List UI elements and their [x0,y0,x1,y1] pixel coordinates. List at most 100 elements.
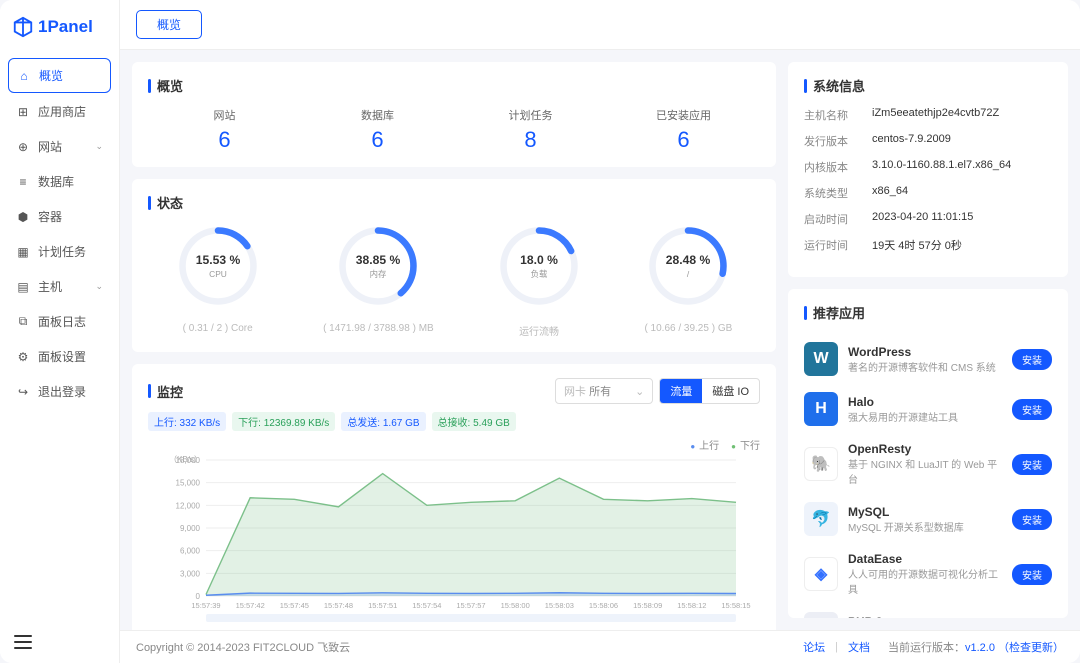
svg-text:12,000: 12,000 [176,501,201,510]
nav-icon: ⚙ [16,350,30,364]
gauge-/[interactable]: 28.48 % / ( 10.66 / 39.25 ) GB [644,224,732,338]
sidebar-item-8[interactable]: ⚙面板设置 [8,340,111,373]
nav-icon: ⬢ [16,210,30,224]
stat-3[interactable]: 已安装应用6 [607,107,760,153]
svg-text:15:57:54: 15:57:54 [412,601,441,610]
main: 概览 概览 网站6数据库6计划任务8已安装应用6 状态 15.53 % CPU … [120,0,1080,663]
sidebar-item-1[interactable]: ⊞应用商店 [8,95,111,128]
sidebar-item-5[interactable]: ▦ 计划任务 [8,235,111,268]
app-icon: php [804,612,838,618]
stat-2[interactable]: 计划任务8 [454,107,607,153]
collapse-sidebar-button[interactable] [14,635,32,649]
stat-1[interactable]: 数据库6 [301,107,454,153]
svg-text:9,000: 9,000 [180,524,201,533]
nav-label: 网站 [38,138,62,155]
nav-label: 概览 [39,67,63,84]
nav-icon: ⧉ [16,315,30,329]
svg-text:/: / [687,269,690,279]
topbar: 概览 [120,0,1080,50]
app-icon: 🐘 [804,447,838,481]
nav-icon: ⊕ [16,140,30,154]
copyright: Copyright © 2014-2023 FIT2CLOUD 飞致云 [136,639,350,655]
overview-card: 概览 网站6数据库6计划任务8已安装应用6 [132,62,776,167]
svg-text:15.53 %: 15.53 % [195,253,240,267]
info-row-4: 启动时间2023-04-20 11:01:15 [804,211,1052,227]
nav-label: 计划任务 [38,243,86,260]
sidebar-item-6[interactable]: ▤主机⌄ [8,270,111,303]
check-update[interactable]: （检查更新） [998,642,1064,654]
install-button[interactable]: 安装 [1012,564,1052,585]
footer-link-forum[interactable]: 论坛 [803,639,825,655]
tab-overview[interactable]: 概览 [136,10,202,39]
nav-label: 容器 [38,208,62,225]
sysinfo-card: 系统信息 主机名称iZm5eeatethjp2e4cvtb72Z发行版本cent… [788,62,1068,277]
svg-text:15:57:42: 15:57:42 [236,601,265,610]
install-button[interactable]: 安装 [1012,399,1052,420]
nic-select[interactable]: 网卡 所有 ⌄ [555,378,653,404]
gauge-CPU[interactable]: 15.53 % CPU ( 0.31 / 2 ) Core [176,224,260,338]
svg-text:15:57:39: 15:57:39 [191,601,220,610]
seg-1[interactable]: 磁盘 IO [702,379,759,403]
svg-text:15:58:12: 15:58:12 [677,601,706,610]
svg-text:18.0 %: 18.0 % [520,253,558,267]
sidebar-item-9[interactable]: ↪退出登录 [8,375,111,408]
traffic-chart: 03,0006,0009,00012,00015,00018,000（KB/s）… [148,454,760,624]
install-button[interactable]: 安装 [1012,349,1052,370]
sidebar-item-4[interactable]: ⬢ 容器 [8,200,111,233]
logo-icon [12,16,34,38]
badge-1: 下行: 12369.89 KB/s [232,412,335,431]
status-title: 状态 [148,193,760,212]
nav-icon: ≡ [16,175,30,189]
app-icon: 🐬 [804,502,838,536]
monitor-segment: 流量磁盘 IO [659,378,760,404]
app-icon: W [804,342,838,376]
app-row-PHP 8: php PHP 8PHP8 运行环境 安装 [804,604,1052,618]
footer: Copyright © 2014-2023 FIT2CLOUD 飞致云 论坛 |… [120,630,1080,663]
svg-text:内存: 内存 [370,269,387,279]
footer-link-docs[interactable]: 文档 [848,639,870,655]
svg-text:28.48 %: 28.48 % [666,253,711,267]
svg-text:负载: 负载 [531,269,548,279]
app-icon: H [804,392,838,426]
logo[interactable]: 1Panel [0,0,119,54]
sidebar-item-3[interactable]: ≡数据库 [8,165,111,198]
seg-0[interactable]: 流量 [660,379,702,403]
svg-text:15:58:15: 15:58:15 [721,601,750,610]
svg-text:15:57:57: 15:57:57 [456,601,485,610]
install-button[interactable]: 安装 [1012,454,1052,475]
status-card: 状态 15.53 % CPU ( 0.31 / 2 ) Core 38.85 %… [132,179,776,352]
info-row-1: 发行版本centos-7.9.2009 [804,133,1052,149]
sidebar-item-0[interactable]: ⌂概览 [8,58,111,93]
chevron-down-icon: ⌄ [95,141,103,152]
gauge-负载[interactable]: 18.0 % 负载 运行流畅 [497,224,581,338]
svg-text:3,000: 3,000 [180,569,201,578]
install-button[interactable]: 安装 [1012,509,1052,530]
sidebar-item-2[interactable]: ⊕ 网站 ⌄ [8,130,111,163]
app-row-MySQL: 🐬 MySQLMySQL 开源关系型数据库 安装 [804,494,1052,544]
logo-text: 1Panel [38,17,93,37]
svg-text:15:58:09: 15:58:09 [633,601,662,610]
sidebar-item-7[interactable]: ⧉面板日志 [8,305,111,338]
monitor-card: 监控 网卡 所有 ⌄ 流量磁盘 IO 上行: 332 KB/s下行: 12369… [132,364,776,630]
badge-3: 总接收: 5.49 GB [432,412,516,431]
nav-label: 主机 [38,278,62,295]
apps-card: 推荐应用 W WordPress著名的开源博客软件和 CMS 系统 安装H Ha… [788,289,1068,618]
svg-text:15:57:48: 15:57:48 [324,601,353,610]
app-row-DataEase: ◈ DataEase人人可用的开源数据可视化分析工具 安装 [804,544,1052,604]
app-row-Halo: H Halo强大易用的开源建站工具 安装 [804,384,1052,434]
svg-text:CPU: CPU [209,269,227,279]
gauge-内存[interactable]: 38.85 % 内存 ( 1471.98 / 3788.98 ) MB [323,224,434,338]
sysinfo-title: 系统信息 [804,76,1052,95]
svg-text:15:58:00: 15:58:00 [501,601,530,610]
svg-text:（KB/s）: （KB/s） [169,455,202,464]
info-row-3: 系统类型x86_64 [804,185,1052,201]
svg-text:6,000: 6,000 [180,547,201,556]
nav-icon: ▦ [16,245,30,259]
info-row-2: 内核版本3.10.0-1160.88.1.el7.x86_64 [804,159,1052,175]
nav-icon: ↪ [16,385,30,399]
svg-text:15:57:45: 15:57:45 [280,601,309,610]
sidebar: 1Panel ⌂概览⊞应用商店 ⊕ 网站 ⌄ ≡数据库 ⬢ 容器 ▦ 计划任务 ▤主机⌄⧉面板日志… [0,0,120,663]
app-icon: ◈ [804,557,838,591]
svg-text:15:58:06: 15:58:06 [589,601,618,610]
stat-0[interactable]: 网站6 [148,107,301,153]
